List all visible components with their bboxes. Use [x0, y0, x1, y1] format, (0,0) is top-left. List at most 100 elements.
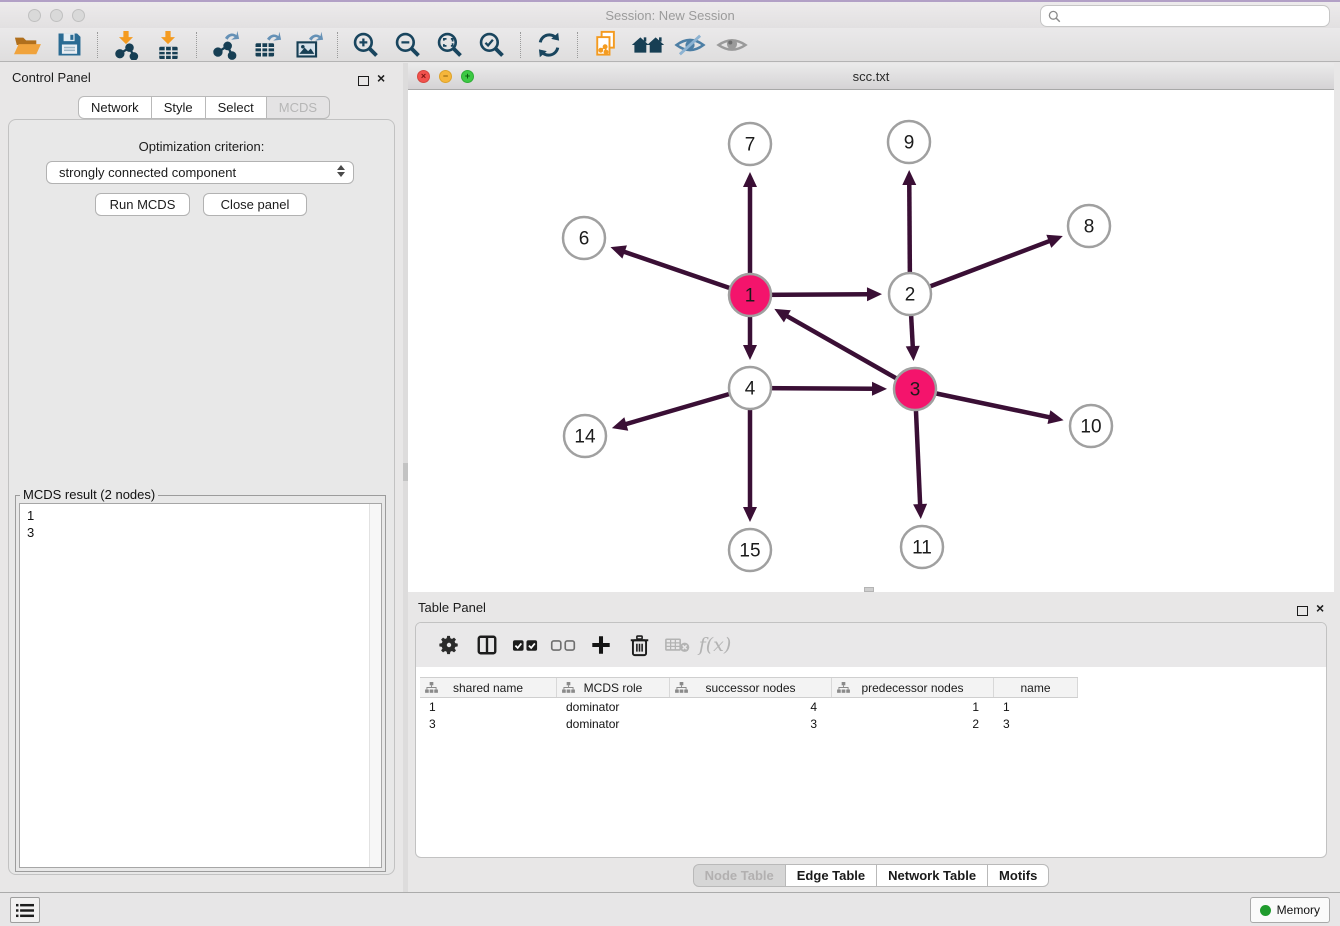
graph-node-label-14: 14 [574, 427, 596, 448]
tab-mcds[interactable]: MCDS [267, 96, 330, 119]
float-icon [358, 76, 369, 86]
list-menu-icon [16, 903, 34, 918]
zoom-fit-button[interactable] [429, 29, 471, 61]
attribute-type-icon [837, 682, 850, 696]
show-panels-menu-button[interactable] [10, 897, 40, 923]
table-panel-close-button[interactable]: × [1316, 600, 1324, 616]
column-header-MCDS-role[interactable]: MCDS role [557, 678, 670, 697]
view-resize-handle[interactable] [864, 587, 874, 592]
cell-MCDS-role[interactable]: dominator [557, 717, 670, 731]
edge-arrowhead-2-9 [902, 170, 916, 185]
select-all-button[interactable] [506, 628, 544, 662]
table-body: 1dominator4113dominator323 [416, 698, 1326, 732]
export-table-button[interactable] [246, 29, 288, 61]
refresh-view-button[interactable] [528, 29, 570, 61]
zoom-out-button[interactable] [387, 29, 429, 61]
create-column-button[interactable] [582, 628, 620, 662]
search-input[interactable] [1066, 8, 1329, 24]
column-header-successor-nodes[interactable]: successor nodes [670, 678, 832, 697]
zoom-in-button[interactable] [345, 29, 387, 61]
toggle-column-pane-button[interactable] [468, 628, 506, 662]
control-panel-float-button[interactable] [358, 74, 369, 89]
zoom-in-icon [352, 31, 380, 59]
cell-name[interactable]: 1 [994, 700, 1078, 714]
delete-table-button[interactable] [658, 628, 696, 662]
cell-shared-name[interactable]: 1 [420, 700, 557, 714]
export-network-icon [210, 30, 240, 60]
memory-button[interactable]: Memory [1250, 897, 1330, 923]
cell-predecessor-nodes[interactable]: 2 [832, 717, 994, 731]
eye-slash-icon [674, 32, 706, 58]
result-scrollbar[interactable] [369, 504, 381, 867]
cell-successor-nodes[interactable]: 4 [670, 700, 832, 714]
zoom-fit-icon [436, 31, 464, 59]
column-header-label: MCDS role [584, 681, 643, 695]
tab-network[interactable]: Network [78, 96, 152, 119]
run-mcds-button[interactable]: Run MCDS [95, 193, 190, 216]
tab-network-table[interactable]: Network Table [877, 864, 988, 887]
tab-node-table[interactable]: Node Table [693, 864, 786, 887]
import-table-icon [154, 30, 182, 60]
criterion-select[interactable]: strongly connected component [46, 161, 354, 184]
delete-column-button[interactable] [620, 628, 658, 662]
edge-3-1[interactable] [786, 315, 915, 389]
open-folder-icon [12, 32, 42, 58]
import-table-button[interactable] [147, 29, 189, 61]
control-panel-title: Control Panel [12, 70, 91, 85]
mcds-panel: Optimization criterion: strongly connect… [8, 119, 395, 875]
show-graphics-details-button[interactable] [711, 29, 753, 61]
mcds-result-area[interactable]: 13 [19, 503, 382, 868]
cell-MCDS-role[interactable]: dominator [557, 700, 670, 714]
table-row[interactable]: 3dominator323 [420, 715, 1326, 732]
zoom-selected-button[interactable] [471, 29, 513, 61]
export-to-ndex-button[interactable] [585, 29, 627, 61]
mcds-result-line: 1 [27, 507, 374, 524]
cytoscape-home-button[interactable] [627, 29, 669, 61]
table-panel-float-button[interactable] [1297, 604, 1308, 619]
column-header-name[interactable]: name [994, 678, 1078, 697]
graph-node-label-6: 6 [579, 229, 590, 250]
save-session-button[interactable] [48, 29, 90, 61]
network-view-window: × − + scc.txt 7968124314101511 [408, 63, 1334, 592]
tab-motifs[interactable]: Motifs [988, 864, 1049, 887]
function-builder-button[interactable]: f(x) [696, 628, 734, 662]
column-header-label: predecessor nodes [861, 681, 963, 695]
cell-name[interactable]: 3 [994, 717, 1078, 731]
control-panel-close-button[interactable]: × [377, 70, 385, 86]
edge-2-8[interactable] [910, 241, 1051, 294]
table-settings-button[interactable] [430, 628, 468, 662]
network-graph-canvas[interactable]: 7968124314101511 [408, 90, 1334, 592]
import-network-button[interactable] [105, 29, 147, 61]
attribute-type-icon [425, 682, 438, 696]
zoom-selected-icon [478, 31, 506, 59]
hide-graphics-details-button[interactable] [669, 29, 711, 61]
deselect-all-button[interactable] [544, 628, 582, 662]
export-network-button[interactable] [204, 29, 246, 61]
export-image-button[interactable] [288, 29, 330, 61]
cell-successor-nodes[interactable]: 3 [670, 717, 832, 731]
gear-icon [438, 634, 460, 656]
import-network-icon [112, 30, 140, 60]
cell-predecessor-nodes[interactable]: 1 [832, 700, 994, 714]
tab-style[interactable]: Style [152, 96, 206, 119]
trash-icon [629, 634, 650, 657]
open-session-button[interactable] [6, 29, 48, 61]
optimization-criterion-label: Optimization criterion: [9, 139, 394, 154]
tab-select[interactable]: Select [206, 96, 267, 119]
column-header-shared-name[interactable]: shared name [420, 678, 557, 697]
tab-edge-table[interactable]: Edge Table [786, 864, 877, 887]
split-pane-icon [476, 634, 498, 656]
network-view-titlebar[interactable]: × − + scc.txt [408, 63, 1334, 90]
toolbar-separator [577, 32, 578, 58]
table-row[interactable]: 1dominator411 [420, 698, 1326, 715]
graph-node-label-10: 10 [1080, 417, 1101, 438]
close-panel-button[interactable]: Close panel [203, 193, 307, 216]
ndex-documents-icon [592, 30, 620, 60]
cell-shared-name[interactable]: 3 [420, 717, 557, 731]
attribute-type-icon [562, 682, 575, 696]
mcds-result-text: 13 [20, 504, 381, 544]
search-box[interactable] [1040, 5, 1330, 27]
mcds-result-line: 3 [27, 524, 374, 541]
column-header-predecessor-nodes[interactable]: predecessor nodes [832, 678, 994, 697]
memory-status-icon [1260, 905, 1271, 916]
